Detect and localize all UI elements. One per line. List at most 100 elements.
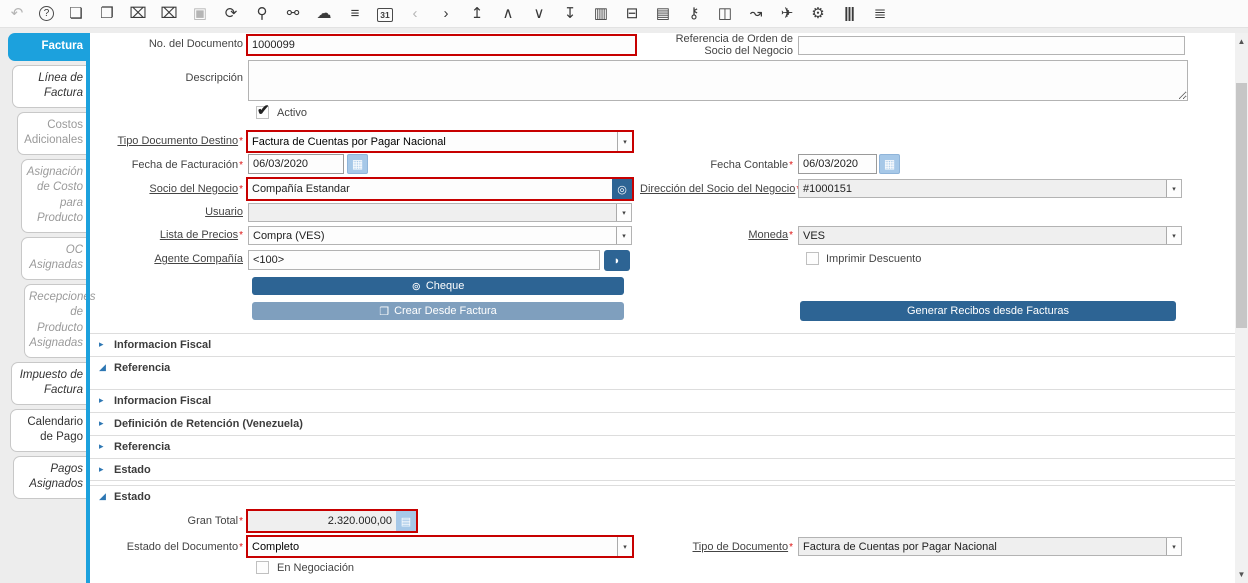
collapse-triangle-icon: ▸	[99, 464, 108, 475]
generar-recibos-button[interactable]: Generar Recibos desde Facturas	[800, 301, 1176, 321]
delete-selection-icon[interactable]: ⌧	[160, 4, 178, 24]
date-invoiced-calendar-button[interactable]: ▦	[347, 154, 368, 174]
bpartner-label[interactable]: Socio del Negocio*	[95, 183, 243, 195]
doc-type-select[interactable]: Factura de Cuentas por Pagar Nacional ▾	[798, 537, 1182, 556]
next-record-icon[interactable]: ∨	[530, 4, 548, 24]
target-doc-type-label[interactable]: Tipo Documento Destino*	[95, 135, 243, 147]
active-tab-accent-bar	[86, 33, 90, 583]
grand-total-input[interactable]	[248, 511, 396, 531]
cheque-button[interactable]: ⊚Cheque	[252, 277, 624, 295]
bpartner-input[interactable]	[248, 179, 612, 199]
sidebar-tab-calendario-de-pago[interactable]: Calendario de Pago	[10, 409, 90, 452]
user-select[interactable]: ▾	[248, 203, 632, 222]
bp-location-label[interactable]: Dirección del Socio del Negocio*	[640, 183, 793, 195]
chevron-down-icon[interactable]: ▾	[1166, 227, 1181, 244]
chevron-down-icon[interactable]: ▾	[1166, 180, 1181, 197]
refresh-icon[interactable]: ⟳	[222, 4, 240, 24]
grand-total-calculator-button[interactable]: ▤	[396, 511, 416, 531]
first-record-icon[interactable]: ↥	[468, 4, 486, 24]
section-header-definici-n-de-retenci-n-venezuela-[interactable]: ▸Definición de Retención (Venezuela)	[90, 412, 1235, 434]
date-acct-input[interactable]	[798, 154, 877, 174]
sidebar-tab-recepciones-de-producto-asignadas[interactable]: Recepciones de Producto Asignadas	[24, 284, 90, 358]
date-acct-calendar-button[interactable]: ▦	[879, 154, 900, 174]
description-textarea[interactable]	[248, 60, 1188, 101]
sales-rep-picker-button[interactable]: ◗	[604, 250, 630, 271]
workflow-icon[interactable]: ↝	[747, 4, 765, 24]
in-dispute-label: En Negociación	[277, 562, 354, 574]
chevron-down-icon[interactable]: ▾	[616, 204, 631, 221]
previous-record-icon[interactable]: ∧	[499, 4, 517, 24]
chevron-down-icon[interactable]: ▾	[617, 537, 632, 556]
search-icon[interactable]: ⚲	[253, 4, 271, 24]
section-header-estado[interactable]: ▸Estado	[90, 458, 1235, 480]
user-label[interactable]: Usuario	[95, 206, 243, 218]
date-invoiced-input[interactable]	[248, 154, 344, 174]
print-discount-checkbox[interactable]	[806, 252, 819, 265]
vertical-scrollbar[interactable]: ▲ ▼	[1235, 33, 1248, 583]
save-icon: ▣	[191, 4, 209, 24]
currency-label[interactable]: Moneda*	[640, 229, 793, 241]
bp-order-ref-input[interactable]	[798, 36, 1185, 55]
sidebar-tab-asignaci-n-de-costo-para-producto[interactable]: Asignación de Costo para Producto	[21, 159, 90, 233]
calendar-icon[interactable]: 31	[377, 8, 393, 22]
price-list-label[interactable]: Lista de Precios*	[95, 229, 243, 241]
send-icon[interactable]: ✈	[778, 4, 796, 24]
chat-icon[interactable]: ☁	[315, 4, 333, 24]
currency-select[interactable]: VES ▾	[798, 226, 1182, 245]
doc-type-label[interactable]: Tipo de Documento*	[640, 541, 793, 553]
report-icon[interactable]: ▥	[592, 4, 610, 24]
scroll-down-icon[interactable]: ▼	[1235, 568, 1248, 581]
section-header-informacion-fiscal[interactable]: ▸Informacion Fiscal	[90, 389, 1235, 411]
bp-location-select[interactable]: #1000151 ▾	[798, 179, 1182, 198]
collapse-triangle-icon: ▸	[99, 441, 108, 452]
new-record-icon[interactable]: ❏	[67, 4, 85, 24]
doc-status-select[interactable]: Completo ▾	[248, 537, 632, 556]
sidebar-tab-factura[interactable]: Factura	[8, 33, 90, 61]
active-checkbox[interactable]: ✔	[256, 106, 269, 119]
menu-icon[interactable]: ≡	[346, 4, 364, 24]
bpartner-info-button[interactable]: ◎	[612, 179, 632, 199]
chevron-down-icon[interactable]: ▾	[617, 132, 632, 151]
target-doc-type-field-wrapper: Factura de Cuentas por Pagar Nacional ▾	[246, 130, 634, 153]
help-icon[interactable]: ?	[39, 6, 54, 21]
crear-desde-factura-button[interactable]: ❐Crear Desde Factura	[252, 302, 624, 320]
group-divider	[90, 480, 1235, 481]
barcode-icon[interactable]: |||	[840, 4, 858, 24]
target-doc-type-select[interactable]: Factura de Cuentas por Pagar Nacional ▾	[248, 132, 632, 151]
lock-icon[interactable]: ⚷	[685, 4, 703, 24]
doc-no-input[interactable]	[248, 36, 635, 54]
sales-rep-label[interactable]: Agente Compañía	[95, 253, 243, 265]
section-header-referencia[interactable]: ◢Referencia	[90, 356, 1235, 378]
sidebar-tab-impuesto-de-factura[interactable]: Impuesto de Factura	[11, 362, 90, 405]
copy-record-icon[interactable]: ❐	[98, 4, 116, 24]
archive-icon[interactable]: ⊟	[623, 4, 641, 24]
section-header-referencia[interactable]: ▸Referencia	[90, 435, 1235, 457]
scroll-up-icon[interactable]: ▲	[1235, 35, 1248, 48]
payment-icon: ⊚	[412, 280, 421, 293]
collapse-triangle-icon: ◢	[99, 491, 108, 502]
print-icon[interactable]: ▤	[654, 4, 672, 24]
sidebar-tab-costos-adicionales[interactable]: Costos Adicionales	[17, 112, 90, 155]
sidebar-tab-oc-asignadas[interactable]: OC Asignadas	[21, 237, 90, 280]
sales-rep-input[interactable]	[248, 250, 600, 270]
attachment-icon[interactable]: ⚯	[284, 4, 302, 24]
in-dispute-checkbox[interactable]	[256, 561, 269, 574]
section-header-estado-expanded[interactable]: ◢ Estado	[90, 485, 1235, 507]
sidebar-tab-pagos-asignados[interactable]: Pagos Asignados	[13, 456, 90, 499]
detail-record-icon[interactable]: ›	[437, 4, 455, 24]
delete-record-icon[interactable]: ⌧	[129, 4, 147, 24]
chevron-down-icon[interactable]: ▾	[1166, 538, 1181, 555]
print-discount-label: Imprimir Descuento	[826, 253, 921, 265]
chevron-down-icon[interactable]: ▾	[616, 227, 631, 244]
zoom-across-icon[interactable]: ◫	[716, 4, 734, 24]
section-header-informacion-fiscal[interactable]: ▸Informacion Fiscal	[90, 333, 1235, 355]
settings-icon[interactable]: ⚙	[809, 4, 827, 24]
sidebar-tab-l-nea-de-factura[interactable]: Línea de Factura	[12, 65, 90, 108]
active-label: Activo	[277, 107, 307, 119]
form-icon[interactable]: ≣	[871, 4, 889, 24]
bpartner-field-wrapper: ◎	[246, 177, 634, 201]
price-list-select[interactable]: Compra (VES) ▾	[248, 226, 632, 245]
scrollbar-thumb[interactable]	[1236, 83, 1247, 328]
copy-from-icon: ❐	[379, 305, 389, 318]
last-record-icon[interactable]: ↧	[561, 4, 579, 24]
